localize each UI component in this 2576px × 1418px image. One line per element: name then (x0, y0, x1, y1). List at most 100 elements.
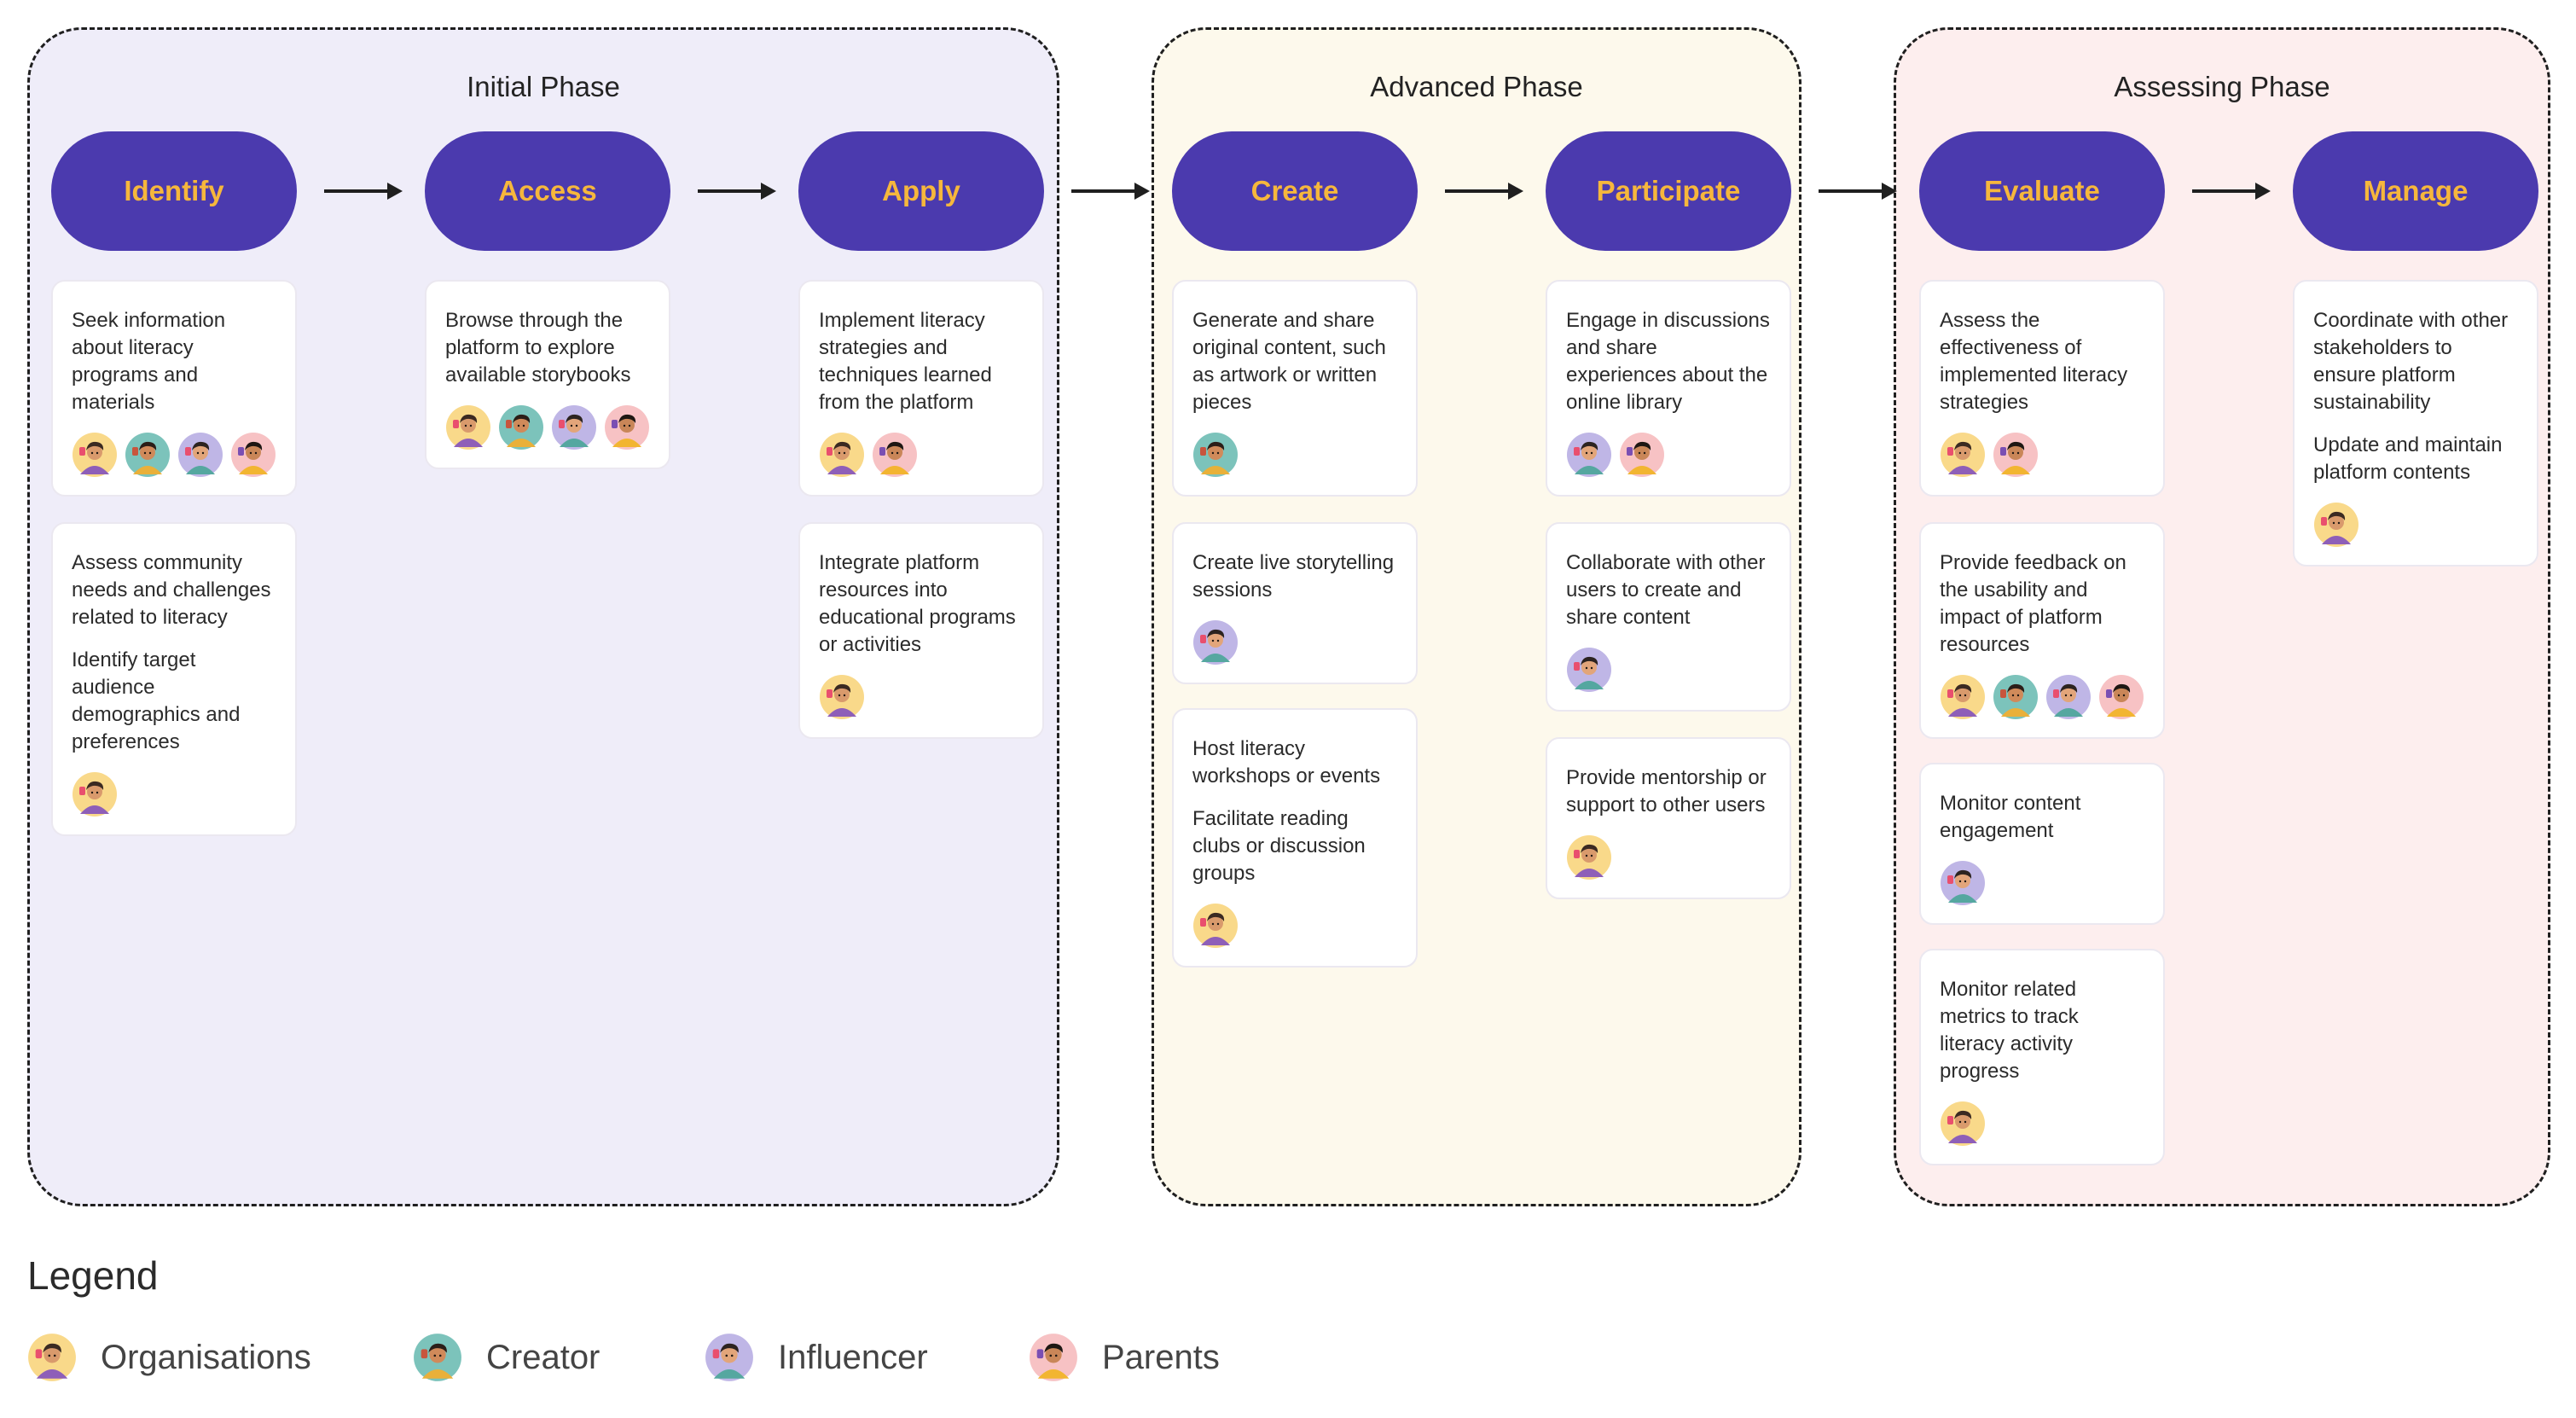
stage-identify[interactable]: Identify (51, 131, 297, 251)
stage-apply[interactable]: Apply (798, 131, 1044, 251)
card-engage-discussions: Engage in discussions and share experien… (1546, 280, 1791, 497)
card-text: Create live storytelling sessions (1192, 551, 1395, 601)
avatar-group (1192, 903, 1399, 949)
card-integrate-resources: Integrate platform resources into educat… (798, 522, 1044, 739)
parents-avatar-icon (872, 432, 918, 478)
legend-item-influencer: Influencer (705, 1333, 928, 1382)
avatar-group (819, 674, 1025, 720)
card-text: Implement literacy strategies and techni… (819, 309, 992, 414)
influencer-avatar-icon (551, 404, 597, 450)
stage-manage[interactable]: Manage (2293, 131, 2538, 251)
initial-phase-title: Initial Phase (467, 71, 620, 102)
card-text: Identify target audience demographics an… (72, 648, 241, 753)
card-generate-content: Generate and share original content, suc… (1172, 280, 1418, 497)
creator-avatar-icon (1192, 432, 1239, 478)
card-live-storytelling: Create live storytelling sessions (1172, 522, 1418, 684)
influencer-avatar-icon (1192, 619, 1239, 665)
card-text: Coordinate with other stakeholders to en… (2313, 309, 2509, 414)
card-text: Monitor related metrics to track literac… (1940, 978, 2079, 1083)
parents-avatar-icon (230, 432, 276, 478)
card-text: Host literacy workshops or events (1192, 737, 1381, 787)
stage-evaluate[interactable]: Evaluate (1919, 131, 2165, 251)
legend-label: Influencer (778, 1338, 928, 1376)
card-provide-mentorship: Provide mentorship or support to other u… (1546, 737, 1791, 899)
card-text: Provide feedback on the usability and im… (1940, 551, 2126, 656)
card-text: Update and maintain platform contents (2313, 433, 2503, 484)
organisations-avatar-icon (819, 432, 865, 478)
influencer-avatar-icon (1566, 432, 1612, 478)
avatar-group (445, 404, 652, 450)
legend-label: Organisations (101, 1338, 311, 1376)
card-text: Integrate platform resources into educat… (819, 551, 1016, 656)
avatar-group (72, 432, 278, 478)
card-text: Facilitate reading clubs or discussion g… (1192, 807, 1366, 885)
advanced-phase-title: Advanced Phase (1370, 71, 1583, 102)
organisations-avatar-icon (72, 771, 118, 817)
influencer-avatar-icon (2045, 674, 2092, 720)
card-coordinate-stakeholders: Coordinate with other stakeholders to en… (2293, 280, 2538, 567)
legend-item-organisations: Organisations (27, 1333, 311, 1382)
stage-create[interactable]: Create (1172, 131, 1418, 251)
card-collaborate-users: Collaborate with other users to create a… (1546, 522, 1791, 712)
card-text: Provide mentorship or support to other u… (1566, 766, 1767, 817)
card-monitor-metrics: Monitor related metrics to track literac… (1919, 949, 2165, 1165)
card-seek-information: Seek information about literacy programs… (51, 280, 297, 497)
parents-avatar-icon (2098, 674, 2144, 720)
parents-avatar-icon (1993, 432, 2039, 478)
avatar-group (1940, 674, 2146, 720)
influencer-avatar-icon (1566, 647, 1612, 693)
avatar-group (1940, 432, 2146, 478)
creator-avatar-icon (125, 432, 171, 478)
legend-item-creator: Creator (413, 1333, 600, 1382)
avatar-group (1566, 432, 1772, 478)
creator-avatar-icon (413, 1333, 462, 1382)
organisations-avatar-icon (1940, 1101, 1986, 1147)
card-text: Collaborate with other users to create a… (1566, 551, 1766, 629)
card-provide-feedback: Provide feedback on the usability and im… (1919, 522, 2165, 739)
card-text: Generate and share original content, suc… (1192, 309, 1386, 414)
parents-avatar-icon (604, 404, 650, 450)
legend-label: Parents (1102, 1338, 1220, 1376)
flow-arrow-icon (1445, 183, 1523, 200)
avatar-group (2313, 502, 2520, 548)
organisations-avatar-icon (1940, 674, 1986, 720)
assessing-phase-title: Assessing Phase (2114, 71, 2330, 102)
card-text: Browse through the platform to explore a… (445, 309, 631, 386)
stage-access[interactable]: Access (425, 131, 670, 251)
organisations-avatar-icon (72, 432, 118, 478)
legend-label: Creator (486, 1338, 600, 1376)
card-assess-community-needs: Assess community needs and challenges re… (51, 522, 297, 836)
avatar-group (819, 432, 1025, 478)
avatar-group (1940, 1101, 2146, 1147)
organisations-avatar-icon (1192, 903, 1239, 949)
card-host-workshops: Host literacy workshops or events Facili… (1172, 708, 1418, 968)
flow-arrow-icon (698, 183, 776, 200)
influencer-avatar-icon (177, 432, 223, 478)
card-assess-effectiveness: Assess the effectiveness of implemented … (1919, 280, 2165, 497)
organisations-avatar-icon (2313, 502, 2359, 548)
organisations-avatar-icon (819, 674, 865, 720)
legend-item-parents: Parents (1029, 1333, 1220, 1382)
organisations-avatar-icon (27, 1333, 77, 1382)
card-monitor-engagement: Monitor content engagement (1919, 763, 2165, 925)
card-text: Seek information about literacy programs… (72, 309, 226, 414)
card-text: Monitor content engagement (1940, 792, 2081, 842)
flow-arrow-icon (324, 183, 403, 200)
avatar-group (1940, 860, 2146, 906)
parents-avatar-icon (1029, 1333, 1078, 1382)
creator-avatar-icon (498, 404, 544, 450)
avatar-group (1192, 432, 1399, 478)
card-text: Engage in discussions and share experien… (1566, 309, 1770, 414)
organisations-avatar-icon (445, 404, 491, 450)
influencer-avatar-icon (705, 1333, 754, 1382)
avatar-group (1566, 834, 1772, 880)
card-text: Assess community needs and challenges re… (72, 551, 271, 629)
avatar-group (72, 771, 278, 817)
card-implement-strategies: Implement literacy strategies and techni… (798, 280, 1044, 497)
stage-participate[interactable]: Participate (1546, 131, 1791, 251)
avatar-group (1566, 647, 1772, 693)
flow-arrow-icon (2192, 183, 2271, 200)
influencer-avatar-icon (1940, 860, 1986, 906)
avatar-group (1192, 619, 1399, 665)
flow-arrow-icon (1071, 183, 1150, 200)
